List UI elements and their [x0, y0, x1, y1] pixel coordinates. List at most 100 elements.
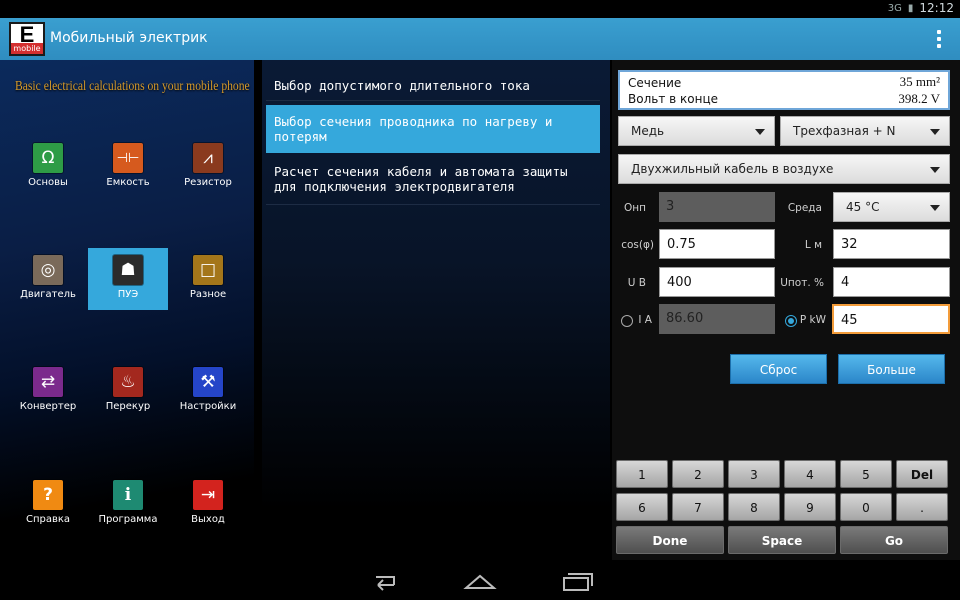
tools-icon: ⚒ — [193, 367, 223, 397]
tile-vyhod[interactable]: ⇥ Выход — [168, 473, 248, 535]
key-go[interactable]: Go — [840, 526, 948, 554]
signal-icon: 3G — [887, 2, 902, 14]
menu-panel: Выбор допустимого длительного тока Выбор… — [262, 60, 610, 560]
status-time: 12:12 — [919, 1, 954, 15]
cable-type-value: Двухжильный кабель в воздухе — [631, 162, 834, 176]
tile-emkost[interactable]: ⊣⊢ Емкость — [88, 136, 168, 198]
tile-nastroyki[interactable]: ⚒ Настройки — [168, 360, 248, 422]
env-temp-select[interactable]: 45 °C — [833, 192, 950, 222]
result-box: Сечение 35 mm² Вольт в конце 398.2 V — [618, 70, 950, 110]
more-button[interactable]: Больше — [838, 354, 945, 384]
key-delete[interactable]: Del — [896, 460, 948, 488]
tile-programma[interactable]: i Программа — [88, 473, 168, 535]
key-7[interactable]: 7 — [672, 493, 724, 521]
tile-osnovy[interactable]: Ω Основы — [8, 136, 88, 198]
menu-item-text-2: потерям — [274, 129, 327, 144]
onp-field[interactable]: 3 — [659, 192, 775, 222]
phase-value: Трехфазная + N — [793, 124, 896, 138]
chevron-down-icon — [930, 205, 940, 211]
left-panel: Basic electrical calculations on your mo… — [0, 60, 254, 560]
tile-label: Конвертер — [19, 401, 77, 412]
app-logo: E mobile — [9, 22, 45, 56]
app-bar: E mobile Мобильный электрик — [0, 18, 960, 60]
exit-icon: ⇥ — [193, 480, 223, 510]
key-1[interactable]: 1 — [616, 460, 668, 488]
section-label: Сечение — [628, 76, 682, 90]
current-radio[interactable] — [621, 315, 633, 327]
tile-label: Двигатель — [20, 289, 76, 300]
capacitor-icon: ⊣⊢ — [113, 143, 143, 173]
key-6[interactable]: 6 — [616, 493, 668, 521]
tile-pue[interactable]: ☗ ПУЭ — [88, 248, 168, 310]
voltage-field[interactable]: 400 — [659, 267, 775, 297]
key-done[interactable]: Done — [616, 526, 724, 554]
tagline: Basic electrical calculations on your mo… — [15, 78, 250, 93]
app-title: Мобильный электрик — [50, 30, 208, 46]
volt-end-label: Вольт в конце — [628, 92, 718, 106]
power-label: P kW — [799, 314, 826, 326]
phase-select[interactable]: Трехфазная + N — [780, 116, 950, 146]
key-3[interactable]: 3 — [728, 460, 780, 488]
tile-label: ПУЭ — [117, 289, 139, 300]
tile-spravka[interactable]: ? Справка — [8, 473, 88, 535]
home-icon[interactable] — [460, 570, 500, 592]
key-5[interactable]: 5 — [840, 460, 892, 488]
tile-dvigatel[interactable]: ◎ Двигатель — [8, 248, 88, 310]
voltage-loss-field[interactable]: 4 — [833, 267, 950, 297]
chevron-down-icon — [930, 167, 940, 173]
menu-divider — [266, 204, 600, 205]
book-icon: ☗ — [113, 255, 143, 285]
recents-icon[interactable] — [556, 570, 596, 592]
tile-perekur[interactable]: ♨ Перекур — [88, 360, 168, 422]
cos-field[interactable]: 0.75 — [659, 229, 775, 259]
material-value: Медь — [631, 124, 665, 138]
key-8[interactable]: 8 — [728, 493, 780, 521]
menu-item-text: Выбор сечения проводника по нагреву и — [274, 114, 553, 129]
cable-type-select[interactable]: Двухжильный кабель в воздухе — [618, 154, 950, 184]
key-9[interactable]: 9 — [784, 493, 836, 521]
tile-label: Выход — [191, 514, 225, 525]
current-label: I A — [638, 314, 652, 326]
menu-item-text: Выбор допустимого длительного тока — [274, 78, 530, 93]
calc-panel: Сечение 35 mm² Вольт в конце 398.2 V Мед… — [612, 60, 960, 560]
tile-konverter[interactable]: ⇄ Конвертер — [8, 360, 88, 422]
menu-item-section[interactable]: Выбор сечения проводника по нагреву и по… — [266, 105, 600, 153]
length-field[interactable]: 32 — [833, 229, 950, 259]
menu-item-text: Расчет сечения кабеля и автомата защиты — [274, 164, 568, 179]
info-icon: i — [113, 480, 143, 510]
omega-icon: Ω — [33, 143, 63, 173]
key-4[interactable]: 4 — [784, 460, 836, 488]
help-icon: ? — [33, 480, 63, 510]
chevron-down-icon — [930, 129, 940, 135]
tile-rezistor[interactable]: ⩘ Резистор — [168, 136, 248, 198]
key-space[interactable]: Space — [728, 526, 836, 554]
battery-icon: ▮ — [907, 2, 914, 14]
current-field[interactable]: 86.60 — [659, 304, 775, 334]
tile-label: Емкость — [106, 177, 150, 188]
key-0[interactable]: 0 — [840, 493, 892, 521]
power-radio[interactable] — [785, 315, 797, 327]
tile-raznoe[interactable]: □ Разное — [168, 248, 248, 310]
env-label: Среда — [787, 202, 822, 214]
material-select[interactable]: Медь — [618, 116, 775, 146]
reset-button[interactable]: Сброс — [730, 354, 827, 384]
back-icon[interactable] — [364, 570, 404, 592]
overflow-menu-icon[interactable] — [936, 30, 942, 48]
onp-label: Онп — [624, 202, 646, 214]
logo-sub: mobile — [11, 43, 43, 54]
menu-divider — [266, 100, 600, 101]
nav-bar — [0, 562, 960, 600]
key-2[interactable]: 2 — [672, 460, 724, 488]
key-dot[interactable]: . — [896, 493, 948, 521]
volt-end-value: 398.2 V — [898, 91, 940, 106]
voltage-label: U В — [627, 277, 646, 289]
power-field[interactable]: 45 — [832, 304, 950, 334]
converter-icon: ⇄ — [33, 367, 63, 397]
tile-label: Резистор — [184, 177, 232, 188]
section-value: 35 mm² — [899, 74, 940, 89]
menu-item-motor[interactable]: Расчет сечения кабеля и автомата защиты … — [266, 164, 600, 196]
status-right: 3G ▮ 12:12 — [888, 1, 954, 15]
motor-icon: ◎ — [33, 255, 63, 285]
chevron-down-icon — [755, 129, 765, 135]
menu-item-current[interactable]: Выбор допустимого длительного тока — [266, 78, 600, 94]
